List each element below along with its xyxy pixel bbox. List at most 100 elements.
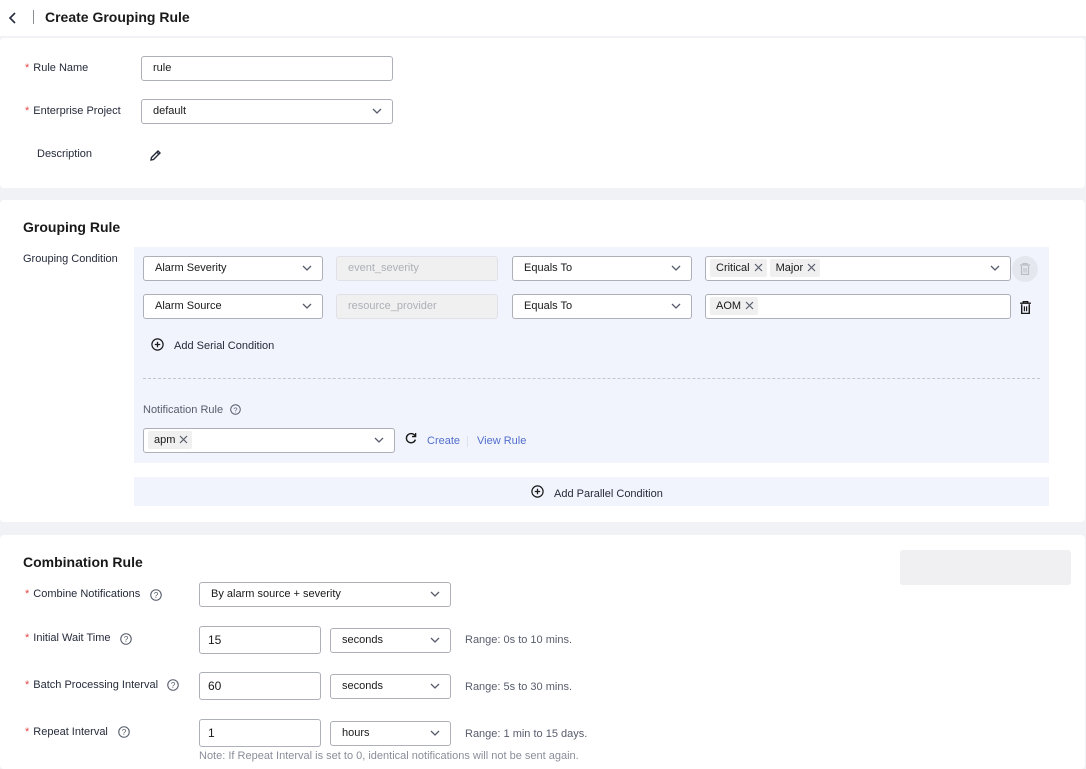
dashed-divider <box>143 378 1040 379</box>
condition-values-input[interactable]: AOM <box>705 294 1011 319</box>
combination-rule-title: Combination Rule <box>23 554 143 570</box>
required-mark: * <box>25 632 30 644</box>
required-mark: * <box>25 588 30 600</box>
add-parallel-condition-button[interactable]: Add Parallel Condition <box>554 488 663 500</box>
edit-pencil-icon[interactable] <box>149 149 162 162</box>
condition-field-select[interactable]: Alarm Severity <box>143 256 323 281</box>
condition-operator-select[interactable]: Equals To <box>512 256 692 281</box>
back-arrow-icon[interactable] <box>7 11 19 25</box>
repeat-interval-unit-select[interactable]: hours <box>330 721 451 746</box>
initial-wait-value: 15 <box>208 633 222 647</box>
condition-key-input: resource_provider <box>336 294 498 319</box>
enterprise-project-value: default <box>153 105 187 117</box>
repeat-interval-value: 1 <box>208 726 215 740</box>
svg-text:?: ? <box>233 405 237 414</box>
combine-notifications-select[interactable]: By alarm source + severity <box>199 582 451 607</box>
batch-interval-label: * Batch Processing Interval <box>25 679 158 691</box>
repeat-interval-label: * Repeat Interval <box>25 726 108 738</box>
rule-name-label: * Rule Name <box>25 62 88 74</box>
required-mark: * <box>25 62 30 74</box>
enterprise-project-label-text: Enterprise Project <box>33 105 121 117</box>
combine-notifications-label-text: Combine Notifications <box>33 588 141 600</box>
trash-icon[interactable] <box>1020 301 1031 314</box>
help-icon[interactable]: ? <box>150 589 162 601</box>
view-rule-link[interactable]: View Rule <box>477 435 526 447</box>
value-tag: Major <box>769 259 821 277</box>
refresh-icon[interactable] <box>405 432 417 444</box>
value-tag: AOM <box>710 297 759 315</box>
svg-text:?: ? <box>154 591 159 600</box>
value-tag-text: AOM <box>716 300 742 312</box>
rule-name-label-text: Rule Name <box>33 62 89 74</box>
remove-tag-icon[interactable] <box>745 301 754 310</box>
blurred-region <box>900 550 1071 585</box>
chevron-down-icon <box>990 265 1000 271</box>
create-link[interactable]: Create <box>427 435 460 447</box>
batch-interval-value: 60 <box>208 679 222 693</box>
batch-interval-input[interactable]: 60 <box>199 672 321 700</box>
condition-operator-value: Equals To <box>524 300 573 312</box>
trash-icon <box>1020 263 1030 275</box>
add-circle-icon[interactable] <box>151 338 164 351</box>
value-tag-text: Major <box>775 262 804 274</box>
condition-key-value: event_severity <box>348 262 419 274</box>
enterprise-project-select[interactable]: default <box>141 99 393 124</box>
rule-name-input[interactable]: rule <box>141 56 393 81</box>
combine-notifications-label: * Combine Notifications <box>25 588 140 600</box>
batch-interval-unit-select[interactable]: seconds <box>330 674 451 699</box>
grouping-rule-title: Grouping Rule <box>23 219 121 235</box>
required-mark: * <box>25 105 30 117</box>
condition-panel: Alarm Severity event_severity Equals To … <box>134 247 1049 463</box>
repeat-interval-input[interactable]: 1 <box>199 719 321 747</box>
chevron-down-icon <box>430 730 440 736</box>
remove-tag-icon[interactable] <box>754 263 763 272</box>
initial-wait-input[interactable]: 15 <box>199 626 321 654</box>
svg-text:?: ? <box>124 635 129 644</box>
condition-field-value: Alarm Source <box>155 300 222 312</box>
page-title: Create Grouping Rule <box>45 9 190 25</box>
value-tag-text: Critical <box>716 262 750 274</box>
value-tag-text: apm <box>154 434 176 446</box>
header-divider <box>33 10 34 24</box>
initial-wait-range: Range: 0s to 10 mins. <box>465 634 573 646</box>
repeat-interval-note: Note: If Repeat Interval is set to 0, id… <box>199 750 579 762</box>
link-separator <box>467 436 468 447</box>
condition-field-select[interactable]: Alarm Source <box>143 294 323 319</box>
help-icon[interactable]: ? <box>230 404 241 415</box>
batch-interval-unit-value: seconds <box>342 680 383 692</box>
chevron-down-icon <box>430 637 440 643</box>
condition-values-select[interactable]: Critical Major <box>705 256 1011 281</box>
required-mark: * <box>25 679 30 691</box>
initial-wait-label-text: Initial Wait Time <box>33 632 111 644</box>
combine-notifications-value: By alarm source + severity <box>211 588 341 600</box>
notification-rule-select[interactable]: apm <box>143 428 395 453</box>
remove-tag-icon[interactable] <box>807 263 816 272</box>
condition-operator-select[interactable]: Equals To <box>512 294 692 319</box>
value-tag: apm <box>148 431 193 449</box>
rule-name-value: rule <box>153 62 172 74</box>
grouping-condition-label: Grouping Condition <box>23 253 118 265</box>
initial-wait-unit-select[interactable]: seconds <box>330 628 451 653</box>
help-icon[interactable]: ? <box>118 726 130 738</box>
add-parallel-condition-bar[interactable]: Add Parallel Condition <box>134 477 1049 506</box>
repeat-interval-unit-value: hours <box>342 727 370 739</box>
repeat-interval-range: Range: 1 min to 15 days. <box>465 728 588 740</box>
delete-condition-button-disabled <box>1012 256 1038 282</box>
help-icon[interactable]: ? <box>167 679 179 691</box>
chevron-down-icon <box>372 108 382 114</box>
initial-wait-unit-value: seconds <box>342 634 383 646</box>
batch-interval-label-text: Batch Processing Interval <box>33 679 159 691</box>
chevron-down-icon <box>671 303 681 309</box>
add-circle-icon[interactable] <box>531 485 544 498</box>
basic-info-card: * Rule Name rule * Enterprise Project defa… <box>0 38 1085 188</box>
remove-tag-icon[interactable] <box>179 435 188 444</box>
required-mark: * <box>25 726 30 738</box>
add-serial-condition-button[interactable]: Add Serial Condition <box>174 340 274 352</box>
batch-interval-range: Range: 5s to 30 mins. <box>465 681 573 693</box>
help-icon[interactable]: ? <box>120 633 132 645</box>
condition-key-value: resource_provider <box>348 300 437 312</box>
condition-key-input: event_severity <box>336 256 498 281</box>
condition-operator-value: Equals To <box>524 262 573 274</box>
description-label: Description <box>37 148 93 160</box>
chevron-down-icon <box>302 265 312 271</box>
